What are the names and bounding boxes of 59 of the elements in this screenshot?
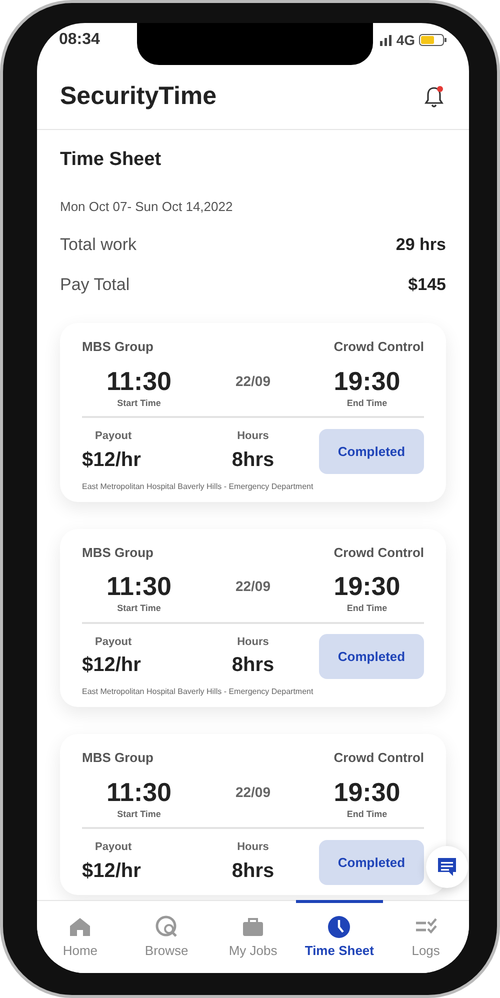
globe-search-icon [154, 915, 179, 940]
end-time-label: End Time [346, 602, 388, 615]
end-time-label: End Time [346, 808, 388, 820]
nav-tab[interactable]: Home [37, 900, 124, 973]
summary-value: $145 [408, 274, 446, 296]
payout-value: $12/hr [82, 858, 141, 884]
shift-address: East Metropolitan Hospital Baverly Hills - Emergency Department [82, 480, 314, 492]
payout-label: Payout [95, 634, 132, 650]
hours-label: Hours [237, 634, 269, 650]
shift-date: 22/09 [235, 782, 271, 802]
payout-value: $12/hr [82, 653, 141, 678]
status-button[interactable]: Completed [319, 428, 424, 474]
hours-value: 8hrs [232, 448, 274, 472]
summary-label: Pay Total [60, 274, 130, 296]
chat-icon [437, 857, 457, 877]
summary-label: Total work [60, 234, 137, 256]
notification-bell-icon[interactable] [424, 85, 446, 109]
nav-tab[interactable]: Logs [382, 900, 469, 973]
start-time: 11:30 [106, 364, 172, 396]
payout-value: $12/hr [82, 448, 141, 472]
app-title: SecurityTime [60, 81, 217, 112]
status-time: 08:34 [59, 30, 100, 50]
start-time-label: Start Time [117, 602, 161, 615]
payout-label: Payout [95, 840, 132, 855]
battery-icon [419, 34, 447, 46]
status-button[interactable]: Completed [319, 634, 424, 680]
summary-value: 29 hrs [396, 234, 446, 256]
end-time: 19:30 [334, 776, 400, 808]
end-time: 19:30 [334, 364, 400, 396]
start-time-label: Start Time [117, 396, 161, 410]
clock-icon [327, 915, 352, 940]
start-time-label: Start Time [117, 808, 161, 820]
job-category: Crowd Control [334, 544, 424, 562]
chat-button[interactable] [426, 846, 468, 888]
start-time: 11:30 [106, 776, 172, 808]
nav-tab[interactable]: Browse [123, 900, 210, 973]
section-title: Time Sheet [60, 148, 162, 172]
company-name: MBS Group [82, 338, 154, 356]
shift-date: 22/09 [235, 577, 271, 596]
network-label: 4G [396, 30, 415, 50]
shift-address: East Metropolitan Hospital Baverly Hills - Emergency Department [82, 686, 314, 698]
status-button[interactable]: Completed [319, 840, 424, 885]
date-range: Mon Oct 07- Sun Oct 14,2022 [60, 198, 234, 216]
nav-tab[interactable]: Time Sheet [296, 900, 383, 973]
hours-value: 8hrs [232, 858, 274, 884]
hours-label: Hours [237, 840, 269, 855]
start-time: 11:30 [106, 570, 172, 602]
job-category: Crowd Control [334, 338, 424, 356]
payout-label: Payout [95, 429, 132, 444]
hours-value: 8hrs [232, 653, 274, 678]
shift-date: 22/09 [235, 372, 271, 390]
job-category: Crowd Control [334, 749, 424, 767]
end-time: 19:30 [334, 570, 400, 602]
company-name: MBS Group [82, 544, 154, 562]
company-name: MBS Group [82, 749, 154, 767]
nav-tab[interactable]: My Jobs [210, 900, 296, 973]
hours-label: Hours [237, 429, 269, 444]
end-time-label: End Time [346, 396, 388, 410]
signal-icon [380, 34, 392, 46]
